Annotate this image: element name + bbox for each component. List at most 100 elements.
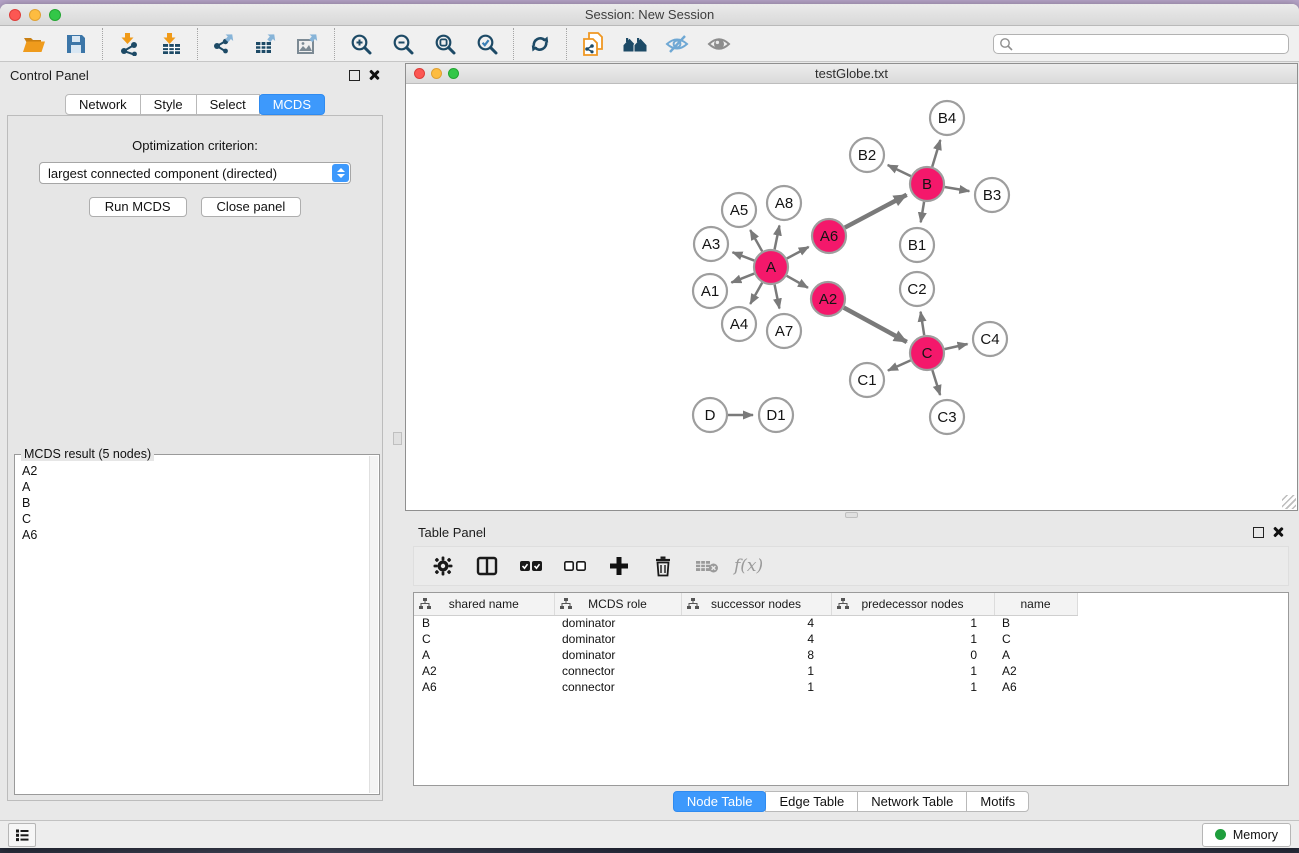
graph-edge-C-C4[interactable]: [945, 344, 968, 349]
close-panel-button[interactable]: Close panel: [201, 197, 302, 217]
mcds-result-item[interactable]: C: [22, 511, 368, 527]
close-table-panel-icon[interactable]: [1272, 526, 1284, 538]
hide-details-button[interactable]: [661, 30, 693, 58]
mcds-result-item[interactable]: B: [22, 495, 368, 511]
minimize-window-button[interactable]: [29, 9, 41, 21]
tab-edge-table[interactable]: Edge Table: [765, 791, 858, 812]
graph-node-B3[interactable]: B3: [975, 178, 1009, 212]
zoom-fit-button[interactable]: [429, 30, 461, 58]
graph-edge-B-B4[interactable]: [932, 140, 940, 167]
graph-node-A1[interactable]: A1: [693, 274, 727, 308]
graph-node-D1[interactable]: D1: [759, 398, 793, 432]
graph-node-A2[interactable]: A2: [811, 282, 845, 316]
graph-edge-A-A5[interactable]: [750, 230, 762, 251]
delete-table-button[interactable]: [688, 550, 726, 582]
refresh-button[interactable]: [524, 30, 556, 58]
run-mcds-button[interactable]: Run MCDS: [89, 197, 187, 217]
graph-node-C1[interactable]: C1: [850, 363, 884, 397]
zoom-out-button[interactable]: [387, 30, 419, 58]
graph-node-D[interactable]: D: [693, 398, 727, 432]
graph-node-A7[interactable]: A7: [767, 314, 801, 348]
tab-node-table[interactable]: Node Table: [673, 791, 767, 812]
graph-edge-A-A3[interactable]: [732, 252, 754, 260]
graph-node-B1[interactable]: B1: [900, 228, 934, 262]
mcds-result-item[interactable]: A: [22, 479, 368, 495]
graph-edge-A-A2[interactable]: [787, 276, 808, 288]
delete-column-button[interactable]: [644, 550, 682, 582]
search-input[interactable]: [1017, 37, 1283, 51]
graph-node-B2[interactable]: B2: [850, 138, 884, 172]
resize-grip-icon[interactable]: [1282, 495, 1296, 509]
split-view-button[interactable]: [468, 550, 506, 582]
export-image-button[interactable]: [292, 30, 324, 58]
memory-button[interactable]: Memory: [1202, 823, 1291, 847]
task-history-button[interactable]: [8, 823, 36, 847]
graph-node-C2[interactable]: C2: [900, 272, 934, 306]
column-header-predecessor-nodes[interactable]: predecessor nodes: [831, 593, 994, 615]
graph-edge-B-B2[interactable]: [888, 165, 911, 176]
network-close-button[interactable]: [414, 68, 425, 79]
function-builder-button[interactable]: f(x): [732, 556, 763, 576]
graph-node-C4[interactable]: C4: [973, 322, 1007, 356]
graph-edge-A-A8[interactable]: [775, 226, 780, 250]
graph-node-A4[interactable]: A4: [722, 307, 756, 341]
show-details-button[interactable]: [703, 30, 735, 58]
graph-edge-A6-B[interactable]: [845, 195, 907, 228]
import-table-button[interactable]: [155, 30, 187, 58]
import-network-button[interactable]: [113, 30, 145, 58]
graph-node-A3[interactable]: A3: [694, 227, 728, 261]
graph-edge-A2-C[interactable]: [844, 308, 907, 342]
graph-edge-A-A6[interactable]: [787, 247, 809, 259]
tab-mcds[interactable]: MCDS: [259, 94, 325, 115]
mcds-result-item[interactable]: A6: [22, 527, 368, 543]
close-panel-icon[interactable]: [368, 69, 380, 81]
network-canvas[interactable]: A A1 A2 A3 A4 A5 A6 A7 A8 B B1 B2 B3 B4 C C1 C2 C3 C4 D D1: [406, 84, 1297, 510]
result-scrollbar[interactable]: [369, 456, 378, 793]
table-settings-button[interactable]: [424, 550, 462, 582]
graph-node-A8[interactable]: A8: [767, 186, 801, 220]
graph-node-C3[interactable]: C3: [930, 400, 964, 434]
table-row[interactable]: A6connector11A6: [414, 679, 1077, 695]
zoom-window-button[interactable]: [49, 9, 61, 21]
float-table-panel-icon[interactable]: [1253, 527, 1264, 538]
graph-node-A5[interactable]: A5: [722, 193, 756, 227]
search-field[interactable]: [993, 34, 1289, 54]
horizontal-divider-grip[interactable]: [845, 512, 858, 518]
column-header-name[interactable]: name: [994, 593, 1077, 615]
table-row[interactable]: Bdominator41B: [414, 615, 1077, 631]
mcds-result-item[interactable]: A2: [22, 463, 368, 479]
open-session-button[interactable]: [18, 30, 50, 58]
graph-node-A6[interactable]: A6: [812, 219, 846, 253]
tab-style[interactable]: Style: [140, 94, 197, 115]
zoom-selected-button[interactable]: [471, 30, 503, 58]
graph-edge-C-C3[interactable]: [932, 370, 940, 395]
save-session-button[interactable]: [60, 30, 92, 58]
column-header-MCDS-role[interactable]: MCDS role: [554, 593, 681, 615]
table-row[interactable]: Adominator80A: [414, 647, 1077, 663]
tab-select[interactable]: Select: [196, 94, 260, 115]
graph-edge-A-A4[interactable]: [750, 283, 762, 304]
network-document-button[interactable]: [577, 30, 609, 58]
unselect-all-columns-button[interactable]: [556, 550, 594, 582]
column-header-successor-nodes[interactable]: successor nodes: [681, 593, 831, 615]
network-minimize-button[interactable]: [431, 68, 442, 79]
graph-edge-A-A1[interactable]: [731, 274, 754, 283]
tab-network[interactable]: Network: [65, 94, 141, 115]
table-row[interactable]: Cdominator41C: [414, 631, 1077, 647]
zoom-in-button[interactable]: [345, 30, 377, 58]
criterion-dropdown[interactable]: largest connected component (directed): [39, 162, 351, 184]
home-button[interactable]: [619, 30, 651, 58]
float-panel-icon[interactable]: [349, 70, 360, 81]
vertical-divider-grip[interactable]: [393, 432, 402, 445]
graph-edge-C-C2[interactable]: [921, 312, 925, 335]
graph-node-B4[interactable]: B4: [930, 101, 964, 135]
close-window-button[interactable]: [9, 9, 21, 21]
graph-node-B[interactable]: B: [910, 167, 944, 201]
graph-node-A[interactable]: A: [754, 250, 788, 284]
graph-edge-A-A7[interactable]: [775, 285, 780, 309]
graph-edge-B-B1[interactable]: [921, 202, 924, 223]
export-table-button[interactable]: [250, 30, 282, 58]
create-column-button[interactable]: [600, 550, 638, 582]
select-all-columns-button[interactable]: [512, 550, 550, 582]
graph-node-C[interactable]: C: [910, 336, 944, 370]
